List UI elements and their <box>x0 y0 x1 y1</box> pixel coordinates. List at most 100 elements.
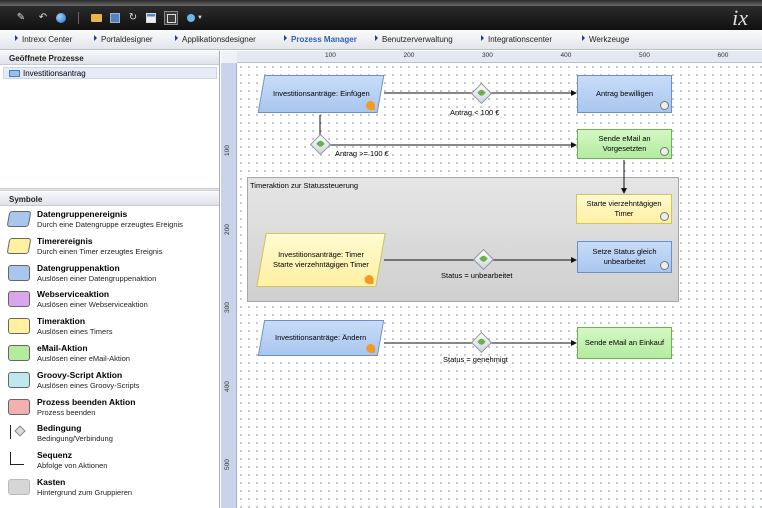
user-icon[interactable]: ▼ <box>184 11 206 25</box>
symbols-header: Symbole <box>0 192 219 206</box>
symbol-item[interactable]: Kasten Hintergrund zum Gruppieren <box>8 477 213 503</box>
arrow-right-icon <box>175 35 178 41</box>
app-logo: ix <box>732 5 748 30</box>
symbol-title: Timerereignis <box>37 235 93 246</box>
symbol-item[interactable]: Sequenz Abfolge von Aktionen <box>8 450 213 476</box>
nav-item-integrationscenter[interactable]: Integrationscenter <box>481 35 552 44</box>
groovy-action-icon <box>8 371 30 388</box>
chevron-down-icon[interactable]: ▼ <box>197 11 203 25</box>
timer-event-icon <box>364 275 374 284</box>
ruler-tick-label: 200 <box>403 52 415 59</box>
ruler-tick-label: 400 <box>560 52 572 59</box>
horizontal-ruler: 100 200 300 400 500 600 <box>237 51 762 63</box>
box-icon <box>8 479 30 495</box>
datagroup-action-icon <box>660 261 669 270</box>
node-label: Setze Status gleich unbearbeitet <box>592 247 657 266</box>
nav-item-portaldesigner[interactable]: Portaldesigner <box>94 35 153 44</box>
datagroup-action-icon <box>660 101 669 110</box>
arrow-right-icon <box>15 35 18 41</box>
save-icon[interactable] <box>108 11 122 25</box>
symbol-description: Auslösen einer Webserviceaktion <box>37 300 148 310</box>
nav-label: Benutzerverwaltung <box>382 35 453 44</box>
node-einfuegen[interactable]: Investitionsanträge: Einfügen <box>257 75 385 113</box>
layout-icon[interactable] <box>164 11 178 25</box>
node-email-vorgesetzte[interactable]: Sende eMail an Vorgesetzten <box>577 129 672 159</box>
event-icon <box>366 344 376 353</box>
timer-event-icon <box>6 237 32 254</box>
nav-item-intrexx-center[interactable]: Intrexx Center <box>15 35 72 44</box>
process-canvas[interactable]: Timeraktion zur Statussteuerung Investit… <box>237 63 762 508</box>
nav-item-applikationsdesigner[interactable]: Applikationsdesigner <box>175 35 256 44</box>
node-antrag-bewilligen[interactable]: Antrag bewilligen <box>577 75 672 113</box>
symbol-description: Durch einen Timer erzeugtes Ereignis <box>37 246 163 256</box>
nav-label: Integrationscenter <box>488 35 553 44</box>
symbol-description: Auslösen einer eMail-Aktion <box>37 354 130 363</box>
ruler-tick-label: 500 <box>639 52 650 59</box>
symbol-item[interactable]: Bedingung Bedingung/Verbindung <box>8 423 213 449</box>
refresh-icon[interactable]: ↻ <box>126 11 140 25</box>
folder-open-icon[interactable] <box>89 11 103 25</box>
globe-icon[interactable] <box>54 11 68 25</box>
end-process-icon <box>8 398 30 415</box>
symbol-description: Abfolge von Aktionen <box>37 461 108 471</box>
arrow-right-icon <box>582 35 585 41</box>
arrow-right-icon <box>94 35 97 41</box>
symbol-item[interactable]: Timerereignis Durch einen Timer erzeugtes… <box>6 235 213 262</box>
vertical-ruler: 100 200 300 400 500 <box>221 63 237 508</box>
symbol-item[interactable]: Datengruppenereignis Durch eine Datengrup… <box>6 209 213 235</box>
symbol-description: Auslösen eines Groovy-Scripts <box>37 380 140 390</box>
nav-label: Werkzeuge <box>589 35 630 44</box>
symbol-description: Prozess beenden <box>37 407 96 417</box>
node-label: Investitionsanträge: Einfügen <box>272 89 370 98</box>
symbol-title: Timeraktion <box>37 316 86 327</box>
node-label: Investitionsanträge: Timer Starte vierze… <box>273 250 369 269</box>
node-timer-start[interactable]: Starte vierzehntägigen Timer <box>576 194 672 224</box>
nav-label: Prozess Manager <box>291 35 357 44</box>
node-aendern[interactable]: Investitionsanträge: Ändern <box>257 320 385 356</box>
node-label: Starte vierzehntägigen Timer <box>586 199 662 218</box>
symbol-title: Kasten <box>37 477 66 487</box>
nav-label: Intrexx Center <box>22 35 73 44</box>
open-process-item[interactable]: Investitionsantrag <box>3 67 217 79</box>
email-action-icon <box>660 147 669 156</box>
ruler-tick-label: 200 <box>224 223 231 235</box>
node-label: Sende eMail an Vorgesetzten <box>598 134 651 153</box>
nav-item-werkzeuge[interactable]: Werkzeuge <box>582 35 629 44</box>
main-navigation: Intrexx Center Portaldesigner Applikatio… <box>0 30 762 50</box>
nav-item-prozess-manager[interactable]: Prozess Manager <box>284 35 357 44</box>
symbol-title: Webserviceaktion <box>37 289 110 300</box>
symbol-title: Prozess beenden Aktion <box>37 396 136 407</box>
node-status-unbearbeitet[interactable]: Setze Status gleich unbearbeitet <box>577 241 672 273</box>
node-label: Sende eMail an Einkauf <box>584 338 665 347</box>
symbol-item[interactable]: Groovy-Script Aktion Auslösen eines Groov… <box>8 370 213 396</box>
nav-label: Portaldesigner <box>101 35 153 44</box>
arrow-right-icon <box>481 35 484 41</box>
node-email-einkauf[interactable]: Sende eMail an Einkauf <box>577 327 672 359</box>
symbol-item[interactable]: Timeraktion Auslösen eines Timers <box>8 316 213 342</box>
timer-action-icon <box>660 212 669 221</box>
nav-item-benutzerverwaltung[interactable]: Benutzerverwaltung <box>375 35 453 44</box>
arrow-right-icon <box>284 35 287 41</box>
condition-label-ge100: Antrag >= 100 € <box>335 149 389 158</box>
nav-label: Applikationsdesigner <box>182 35 256 44</box>
symbol-item[interactable]: Webserviceaktion Auslösen einer Webservic… <box>8 289 213 315</box>
window-icon[interactable] <box>144 11 158 25</box>
sequence-icon <box>8 452 30 468</box>
back-icon[interactable]: ↶ <box>36 11 50 25</box>
event-icon <box>365 101 375 110</box>
symbol-title: Datengruppenereignis <box>37 209 128 219</box>
ruler-tick-label: 400 <box>224 380 231 392</box>
node-timer-event[interactable]: Investitionsanträge: Timer Starte vierze… <box>256 233 386 287</box>
panel-splitter[interactable] <box>0 188 219 191</box>
webservice-action-icon <box>8 291 30 308</box>
arrow-right-icon <box>375 35 378 41</box>
symbol-item[interactable]: eMail-Aktion Auslösen einer eMail-Aktion <box>8 343 213 369</box>
condition-label-lt100: Antrag < 100 € <box>450 108 500 117</box>
toolbar: ✎ ↶ ↻ ▼ ix <box>0 6 762 30</box>
symbol-item[interactable]: Datengruppenaktion Auslösen einer Datengr… <box>8 263 213 289</box>
ruler-tick-label: 600 <box>717 52 729 59</box>
node-label: Investitionsanträge: Ändern <box>275 333 367 342</box>
tools-icon[interactable]: ✎ <box>14 11 28 25</box>
diagram-area: 100 200 300 400 500 600 100 200 300 400 500 Timer… <box>221 51 762 508</box>
symbol-item[interactable]: Prozess beenden Aktion Prozess beenden <box>8 397 213 423</box>
